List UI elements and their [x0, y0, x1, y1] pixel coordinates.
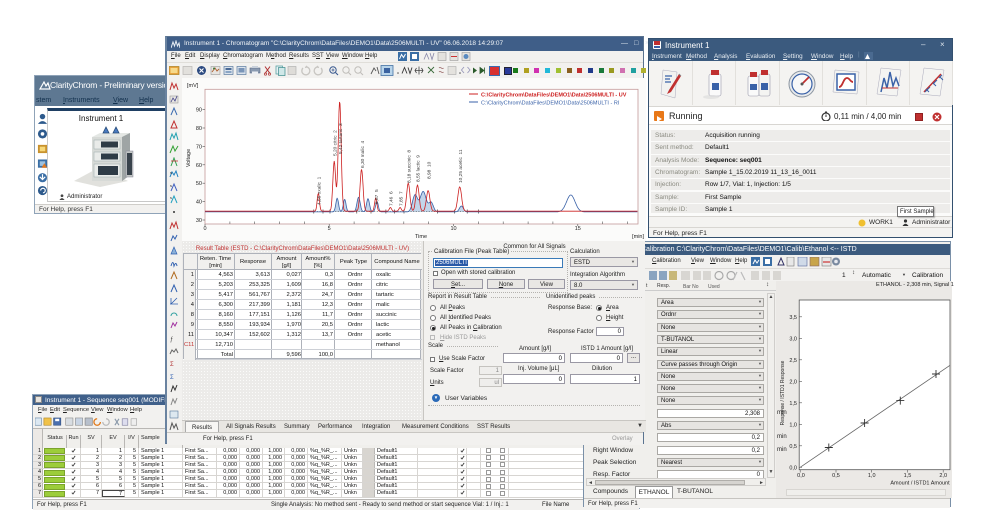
svg-text:7,85 7: 7,85 7: [398, 191, 404, 206]
svg-text:s: s: [170, 170, 172, 175]
svg-text:0,0: 0,0: [789, 465, 797, 471]
svg-text:2,0: 2,0: [789, 379, 797, 385]
svg-text:s: s: [170, 195, 172, 200]
svg-text:0,5: 0,5: [789, 444, 797, 450]
svg-text:90: 90: [196, 108, 202, 114]
svg-text:0,5: 0,5: [832, 473, 840, 479]
svg-text:10: 10: [450, 226, 456, 232]
svg-text:Voltage: Voltage: [186, 149, 192, 167]
svg-text:30: 30: [196, 218, 202, 224]
svg-text:8,18 succinic 8: 8,18 succinic 8: [407, 150, 413, 183]
svg-text:3,0: 3,0: [789, 336, 797, 342]
svg-text:Amount / ISTD1 Amount: Amount / ISTD1 Amount: [890, 481, 950, 487]
svg-text:40: 40: [196, 200, 202, 206]
svg-text:0,0: 0,0: [797, 473, 805, 479]
svg-text:1,0: 1,0: [868, 473, 876, 479]
svg-text:80: 80: [196, 126, 202, 132]
svg-text:50: 50: [196, 181, 202, 187]
svg-text:6,87 5: 6,87 5: [374, 189, 380, 204]
svg-text:[min]: [min]: [632, 234, 644, 240]
svg-text:1,0: 1,0: [789, 422, 797, 428]
svg-text:2,0: 2,0: [939, 473, 947, 479]
svg-text:3,5: 3,5: [789, 315, 797, 321]
svg-text:ƒ: ƒ: [170, 337, 173, 343]
svg-text:8,98 10: 8,98 10: [426, 161, 432, 179]
svg-text:s: s: [170, 183, 172, 188]
svg-text:0: 0: [203, 226, 206, 232]
svg-text:60: 60: [196, 163, 202, 169]
svg-text:C:\ClarityChrom\DataFiles\DEMO: C:\ClarityChrom\DataFiles\DEMO1\Data\250…: [481, 101, 620, 107]
svg-text:1,5: 1,5: [904, 473, 912, 479]
svg-text:[mV]: [mV]: [187, 83, 199, 89]
svg-text:5,20 citric 2: 5,20 citric 2: [332, 130, 338, 156]
svg-text:2,5: 2,5: [789, 358, 797, 364]
svg-text:6,30 malic 4: 6,30 malic 4: [360, 140, 366, 168]
svg-text:Time: Time: [415, 234, 427, 240]
svg-text:5,42 tartaric 3: 5,42 tartaric 3: [338, 123, 344, 154]
svg-text:15: 15: [575, 226, 581, 232]
svg-text:1,5: 1,5: [789, 401, 797, 407]
svg-text:7,46 6: 7,46 6: [389, 191, 395, 206]
svg-text:Σ: Σ: [170, 375, 174, 381]
svg-text:C:\ClarityChrom\DataFiles\DEMO: C:\ClarityChrom\DataFiles\DEMO1\Data\250…: [481, 93, 627, 99]
svg-text:5: 5: [328, 226, 331, 232]
svg-text:Σ: Σ: [170, 362, 174, 368]
svg-text:4,56 oxalic 1: 4,56 oxalic 1: [317, 176, 323, 205]
svg-text:70: 70: [196, 144, 202, 150]
svg-text:8,55 lactic 9: 8,55 lactic 9: [416, 155, 422, 182]
svg-text:10,25 acetic 11: 10,25 acetic 11: [458, 149, 464, 183]
